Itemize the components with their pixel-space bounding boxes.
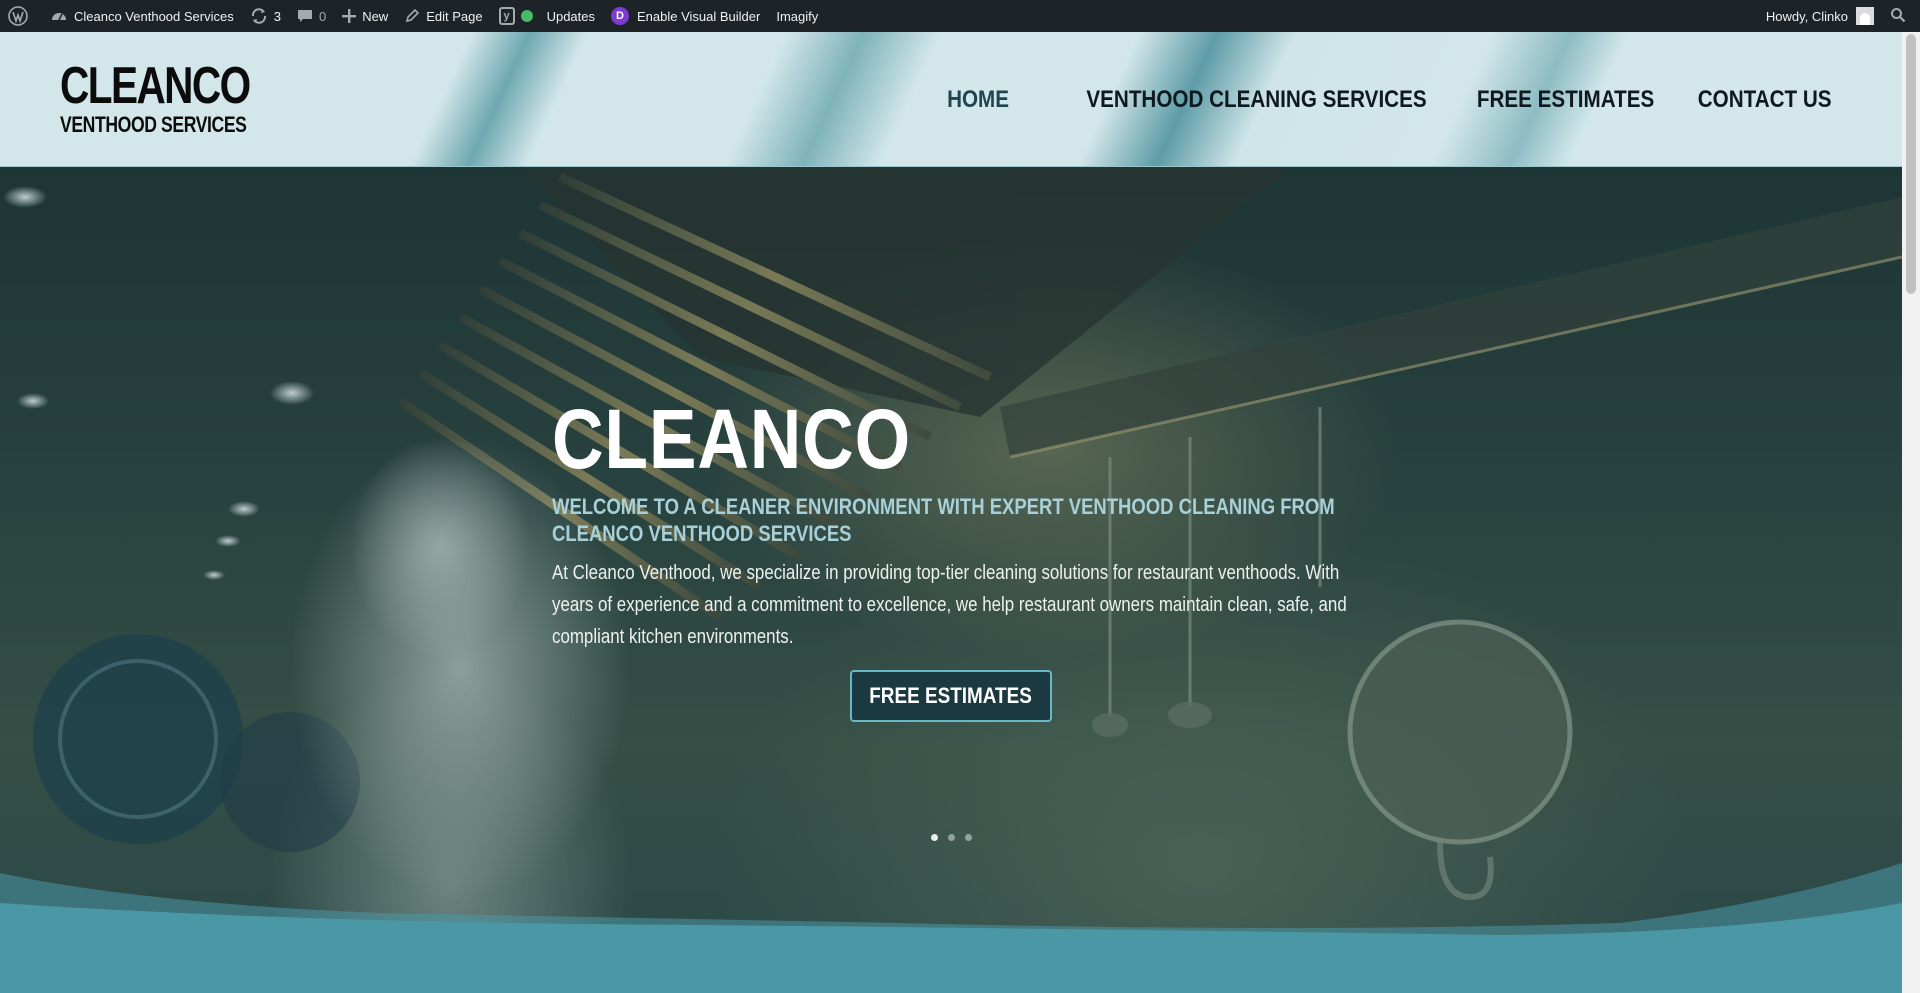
hero-subtitle: WELCOME TO A CLEANER ENVIRONMENT WITH EX… [552, 494, 1335, 546]
updates-link[interactable]: 3 [242, 0, 289, 32]
free-estimates-button-label: FREE ESTIMATES [869, 683, 1033, 708]
yoast-icon: y [498, 7, 515, 25]
edit-page-label: Edit Page [426, 8, 483, 24]
main-nav: HOME VENTHOOD CLEANING SERVICES FREE EST… [937, 86, 1832, 114]
updates-icon [250, 7, 268, 25]
seo-menu[interactable]: y Updates [491, 0, 603, 32]
plus-icon [342, 9, 357, 23]
visual-builder-label: Enable Visual Builder [637, 8, 761, 24]
search-icon [1890, 7, 1906, 26]
hero-title: CLEANCO [552, 392, 911, 486]
admin-bar: Cleanco Venthood Services 3 0 New Edit P… [0, 0, 1920, 32]
slider-dot-2[interactable] [948, 834, 955, 841]
updates-count: 3 [273, 8, 281, 24]
wordpress-icon [8, 6, 28, 26]
pencil-icon [404, 8, 420, 24]
slider-pagination [931, 834, 972, 841]
account-menu[interactable]: Howdy, Clinko [1758, 0, 1882, 32]
imagify-link[interactable]: Imagify [768, 0, 826, 32]
slider-dot-3[interactable] [965, 834, 972, 841]
free-estimates-button[interactable]: FREE ESTIMATES [850, 670, 1052, 722]
howdy-label: Howdy, Clinko [1765, 8, 1848, 24]
nav-free-estimates[interactable]: FREE ESTIMATES [1477, 86, 1654, 114]
page-scrollbar[interactable] [1902, 32, 1920, 993]
site-logo[interactable]: CLEANCO VENTHOOD SERVICES [60, 60, 303, 136]
comment-icon [297, 8, 313, 24]
wordpress-menu[interactable] [0, 0, 42, 32]
nav-venthood-cleaning-services[interactable]: VENTHOOD CLEANING SERVICES [1086, 86, 1426, 114]
site-name: Cleanco Venthood Services [74, 8, 234, 24]
logo-sub-text: VENTHOOD SERVICES [60, 112, 247, 137]
visual-builder-link[interactable]: D Enable Visual Builder [603, 0, 768, 32]
hero-content: CLEANCO WELCOME TO A CLEANER ENVIRONMENT… [552, 397, 1352, 653]
updates-label: Updates [546, 8, 595, 24]
hero-description: At Cleanco Venthood, we specialize in pr… [552, 562, 1347, 648]
divi-icon: D [611, 7, 629, 25]
hero-slider: CLEANCO WELCOME TO A CLEANER ENVIRONMENT… [0, 167, 1902, 993]
seo-status-dot [520, 10, 533, 22]
imagify-label: Imagify [776, 8, 819, 24]
nav-home[interactable]: HOME [947, 86, 1009, 114]
slider-dot-1[interactable] [931, 834, 938, 841]
edit-page-link[interactable]: Edit Page [396, 0, 490, 32]
user-avatar [1856, 7, 1874, 25]
new-label: New [362, 8, 389, 24]
new-content-link[interactable]: New [334, 0, 396, 32]
comments-link[interactable]: 0 [289, 0, 334, 32]
scrollbar-thumb[interactable] [1906, 34, 1916, 294]
wave-divider [0, 863, 1902, 993]
site-name-link[interactable]: Cleanco Venthood Services [42, 0, 242, 32]
comments-count: 0 [318, 8, 327, 24]
logo-main-text: CLEANCO [60, 57, 251, 115]
site-header: CLEANCO VENTHOOD SERVICES HOME VENTHOOD … [0, 32, 1902, 167]
nav-contact-us[interactable]: CONTACT US [1698, 86, 1832, 114]
dashboard-icon [50, 8, 68, 24]
admin-search[interactable] [1882, 0, 1920, 32]
